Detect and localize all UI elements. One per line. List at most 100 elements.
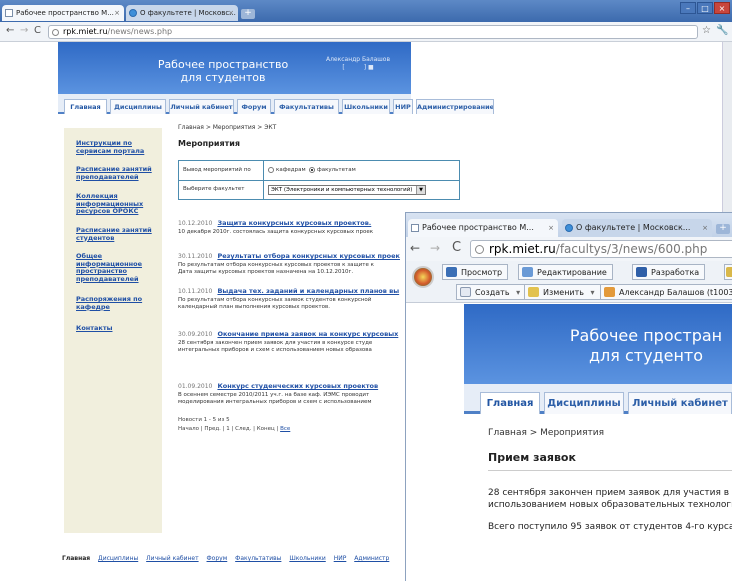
tab-label: О факультете | Московс... — [140, 9, 236, 17]
edit-mode-button[interactable]: Редактирование — [518, 264, 613, 280]
url-host: rpk.miet.ru — [63, 27, 108, 36]
footer-link-admin[interactable]: Администр — [354, 555, 389, 562]
wrench-icon[interactable]: 🔧 — [716, 25, 728, 36]
radio-faculties-label: факультетам — [317, 167, 356, 173]
nav-cabinet[interactable]: Личный кабинет — [169, 99, 234, 114]
pager: Начало | Пред. | 1 | След. | Конец | Все — [178, 426, 290, 432]
close-icon[interactable]: × — [228, 5, 234, 21]
develop-button[interactable]: Разработка — [632, 264, 706, 280]
faculty-select[interactable]: ЭКТ (Электроники и компьютерных технолог… — [268, 185, 426, 195]
brand-line: Рабочее пространство — [157, 58, 289, 71]
new-tab-button[interactable]: + — [241, 9, 255, 19]
sidebar-link-contacts[interactable]: Контакты — [76, 324, 154, 333]
divider — [488, 470, 732, 471]
close-icon[interactable]: × — [702, 219, 708, 237]
footer-link-home[interactable]: Главная — [62, 555, 90, 562]
footer-link-electives[interactable]: Факультативы — [235, 555, 281, 562]
footer-link-cabinet[interactable]: Личный кабинет — [146, 555, 198, 562]
create-button-label: Создать — [475, 288, 510, 297]
pencil-icon — [522, 267, 533, 277]
news-title-link[interactable]: Конкурс студенческих курсовых проектов — [217, 382, 378, 390]
news-date: 01.09.2010 — [178, 383, 213, 390]
sidebar-link-student-schedule[interactable]: Расписание занятий студентов — [76, 226, 154, 242]
more-button[interactable] — [724, 264, 732, 280]
news-title-link[interactable]: Результаты отбора конкурсных курсовых пр… — [217, 252, 400, 260]
back-icon[interactable]: ← — [6, 25, 14, 36]
news-title-link[interactable]: Защита конкурсных курсовых проектов. — [217, 219, 371, 227]
faculty-value: ЭКТ (Электроники и компьютерных технолог… — [271, 187, 413, 193]
back-icon[interactable]: ← — [410, 241, 420, 255]
footer-link-disciplines[interactable]: Дисциплины — [98, 555, 138, 562]
user-button[interactable]: Александр Балашов (t10036 — [600, 284, 732, 300]
page-icon — [52, 29, 59, 36]
brand-line: для студенто — [588, 346, 704, 365]
browser-logo-icon — [412, 266, 434, 288]
reload-icon[interactable]: C — [452, 240, 461, 255]
maximize-button[interactable]: □ — [697, 2, 713, 14]
tab-faculty[interactable]: О факультете | Московск... × — [562, 219, 712, 237]
url-path: /facultys/3/news/600.php — [555, 242, 708, 256]
sidebar-link-teacher-schedule[interactable]: Расписание занятий преподавателей — [76, 165, 154, 181]
forward-icon[interactable]: → — [20, 25, 28, 36]
news-date: 30.09.2010 — [178, 331, 213, 338]
output-label: Вывод мероприятий по — [183, 167, 251, 173]
document-icon — [460, 287, 471, 297]
news-title-link[interactable]: Окончание приема заявок на конкурс курсо… — [217, 330, 398, 338]
footer-nav: Главная Дисциплины Личный кабинет Форум … — [62, 555, 411, 567]
nav-home[interactable]: Главная — [480, 392, 540, 414]
tab-label: Рабочее пространство М... — [16, 9, 114, 17]
pager-all-link[interactable]: Все — [280, 426, 290, 432]
tab-faculty[interactable]: О факультете | Московс... × — [126, 5, 238, 21]
tab-rpk[interactable]: Рабочее пространство М... × — [2, 5, 124, 21]
nav-forum[interactable]: Форум — [237, 99, 271, 114]
change-button[interactable]: Изменить ▾ — [524, 284, 601, 300]
view-button[interactable]: Просмотр — [442, 264, 509, 280]
page-icon — [5, 9, 13, 17]
divider — [179, 180, 459, 181]
minimize-button[interactable]: – — [680, 2, 696, 14]
user-info: Александр Балашов [ ] ■ — [308, 56, 408, 71]
close-icon[interactable]: × — [114, 5, 120, 21]
create-button[interactable]: Создать ▾ — [456, 284, 527, 300]
bookmarks-bar: Просмотр Редактирование Разработка Созда… — [406, 261, 732, 303]
nav-home[interactable]: Главная — [64, 99, 107, 114]
forward-icon[interactable]: → — [430, 241, 440, 255]
nav-disciplines[interactable]: Дисциплины — [110, 99, 166, 114]
footer-link-schoolchildren[interactable]: Школьники — [289, 555, 325, 562]
breadcrumb: Главная > Мероприятия > ЭКТ — [178, 124, 277, 131]
sidebar-link-instructions[interactable]: Инструкции по сервисам портала — [76, 139, 154, 155]
nav-electives[interactable]: Факультативы — [274, 99, 339, 114]
title-bar: Рабочее пространство М... × О факультете… — [406, 213, 732, 237]
sidebar-link-collection[interactable]: Коллекция информационных ресурсов ОРОКС — [76, 192, 154, 216]
reload-icon[interactable]: C — [34, 25, 41, 36]
view-button-label: Просмотр — [461, 268, 503, 277]
nav-disciplines[interactable]: Дисциплины — [544, 392, 624, 414]
article-line: использованием новых образовательных тех… — [488, 500, 732, 510]
nav-admin[interactable]: Администрирование — [416, 99, 494, 114]
star-icon[interactable]: ☆ — [702, 25, 711, 36]
pager-nav[interactable]: Начало | Пред. | 1 | След. | Конец | — [178, 426, 278, 432]
globe-icon — [129, 9, 137, 17]
footer-link-forum[interactable]: Форум — [207, 555, 228, 562]
address-bar[interactable]: rpk.miet.ru/news/news.php — [48, 25, 698, 39]
news-date: 10.11.2010 — [178, 288, 213, 295]
monitor-icon — [446, 267, 457, 277]
address-bar[interactable]: rpk.miet.ru/facultys/3/news/600.php — [470, 240, 732, 258]
news-title-link[interactable]: Выдача тех. заданий и календарных планов… — [217, 287, 399, 295]
tab-rpk[interactable]: Рабочее пространство М... × — [408, 219, 558, 237]
new-tab-button[interactable]: + — [716, 224, 730, 234]
user-name: Александр Балашов — [325, 56, 391, 63]
nav-schoolchildren[interactable]: Школьники — [342, 99, 390, 114]
breadcrumb: Главная > Мероприятия — [488, 428, 605, 438]
close-icon[interactable]: × — [548, 219, 554, 237]
sidebar-link-shared-space[interactable]: Общее информационное пространство препод… — [76, 252, 154, 283]
nav-cabinet[interactable]: Личный кабинет — [628, 392, 732, 414]
sidebar-link-orders[interactable]: Распоряжения по кафедре — [76, 295, 154, 311]
radio-departments[interactable] — [268, 167, 274, 173]
nav-research[interactable]: НИР — [393, 99, 413, 114]
radio-faculties[interactable] — [309, 167, 315, 173]
close-window-button[interactable]: × — [714, 2, 730, 14]
footer-link-research[interactable]: НИР — [334, 555, 347, 562]
page-title: Прием заявок — [488, 451, 576, 464]
user-links[interactable]: [ ] ■ — [308, 64, 408, 71]
